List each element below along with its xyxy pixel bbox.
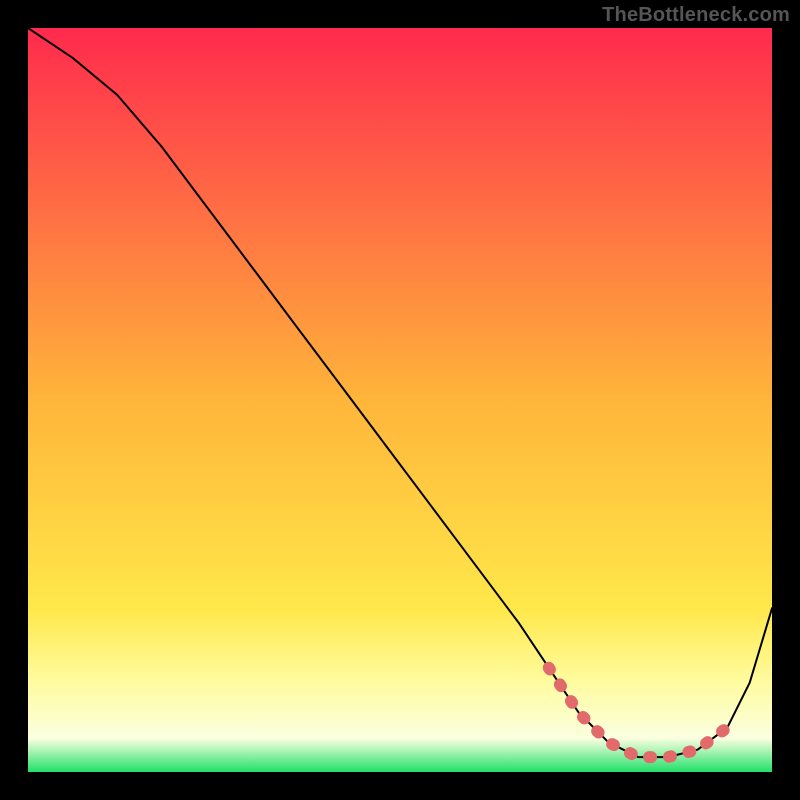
plot-background: [28, 28, 772, 772]
bottleneck-chart: [28, 28, 772, 772]
chart-stage: TheBottleneck.com: [0, 0, 800, 800]
watermark-text: TheBottleneck.com: [602, 4, 790, 27]
